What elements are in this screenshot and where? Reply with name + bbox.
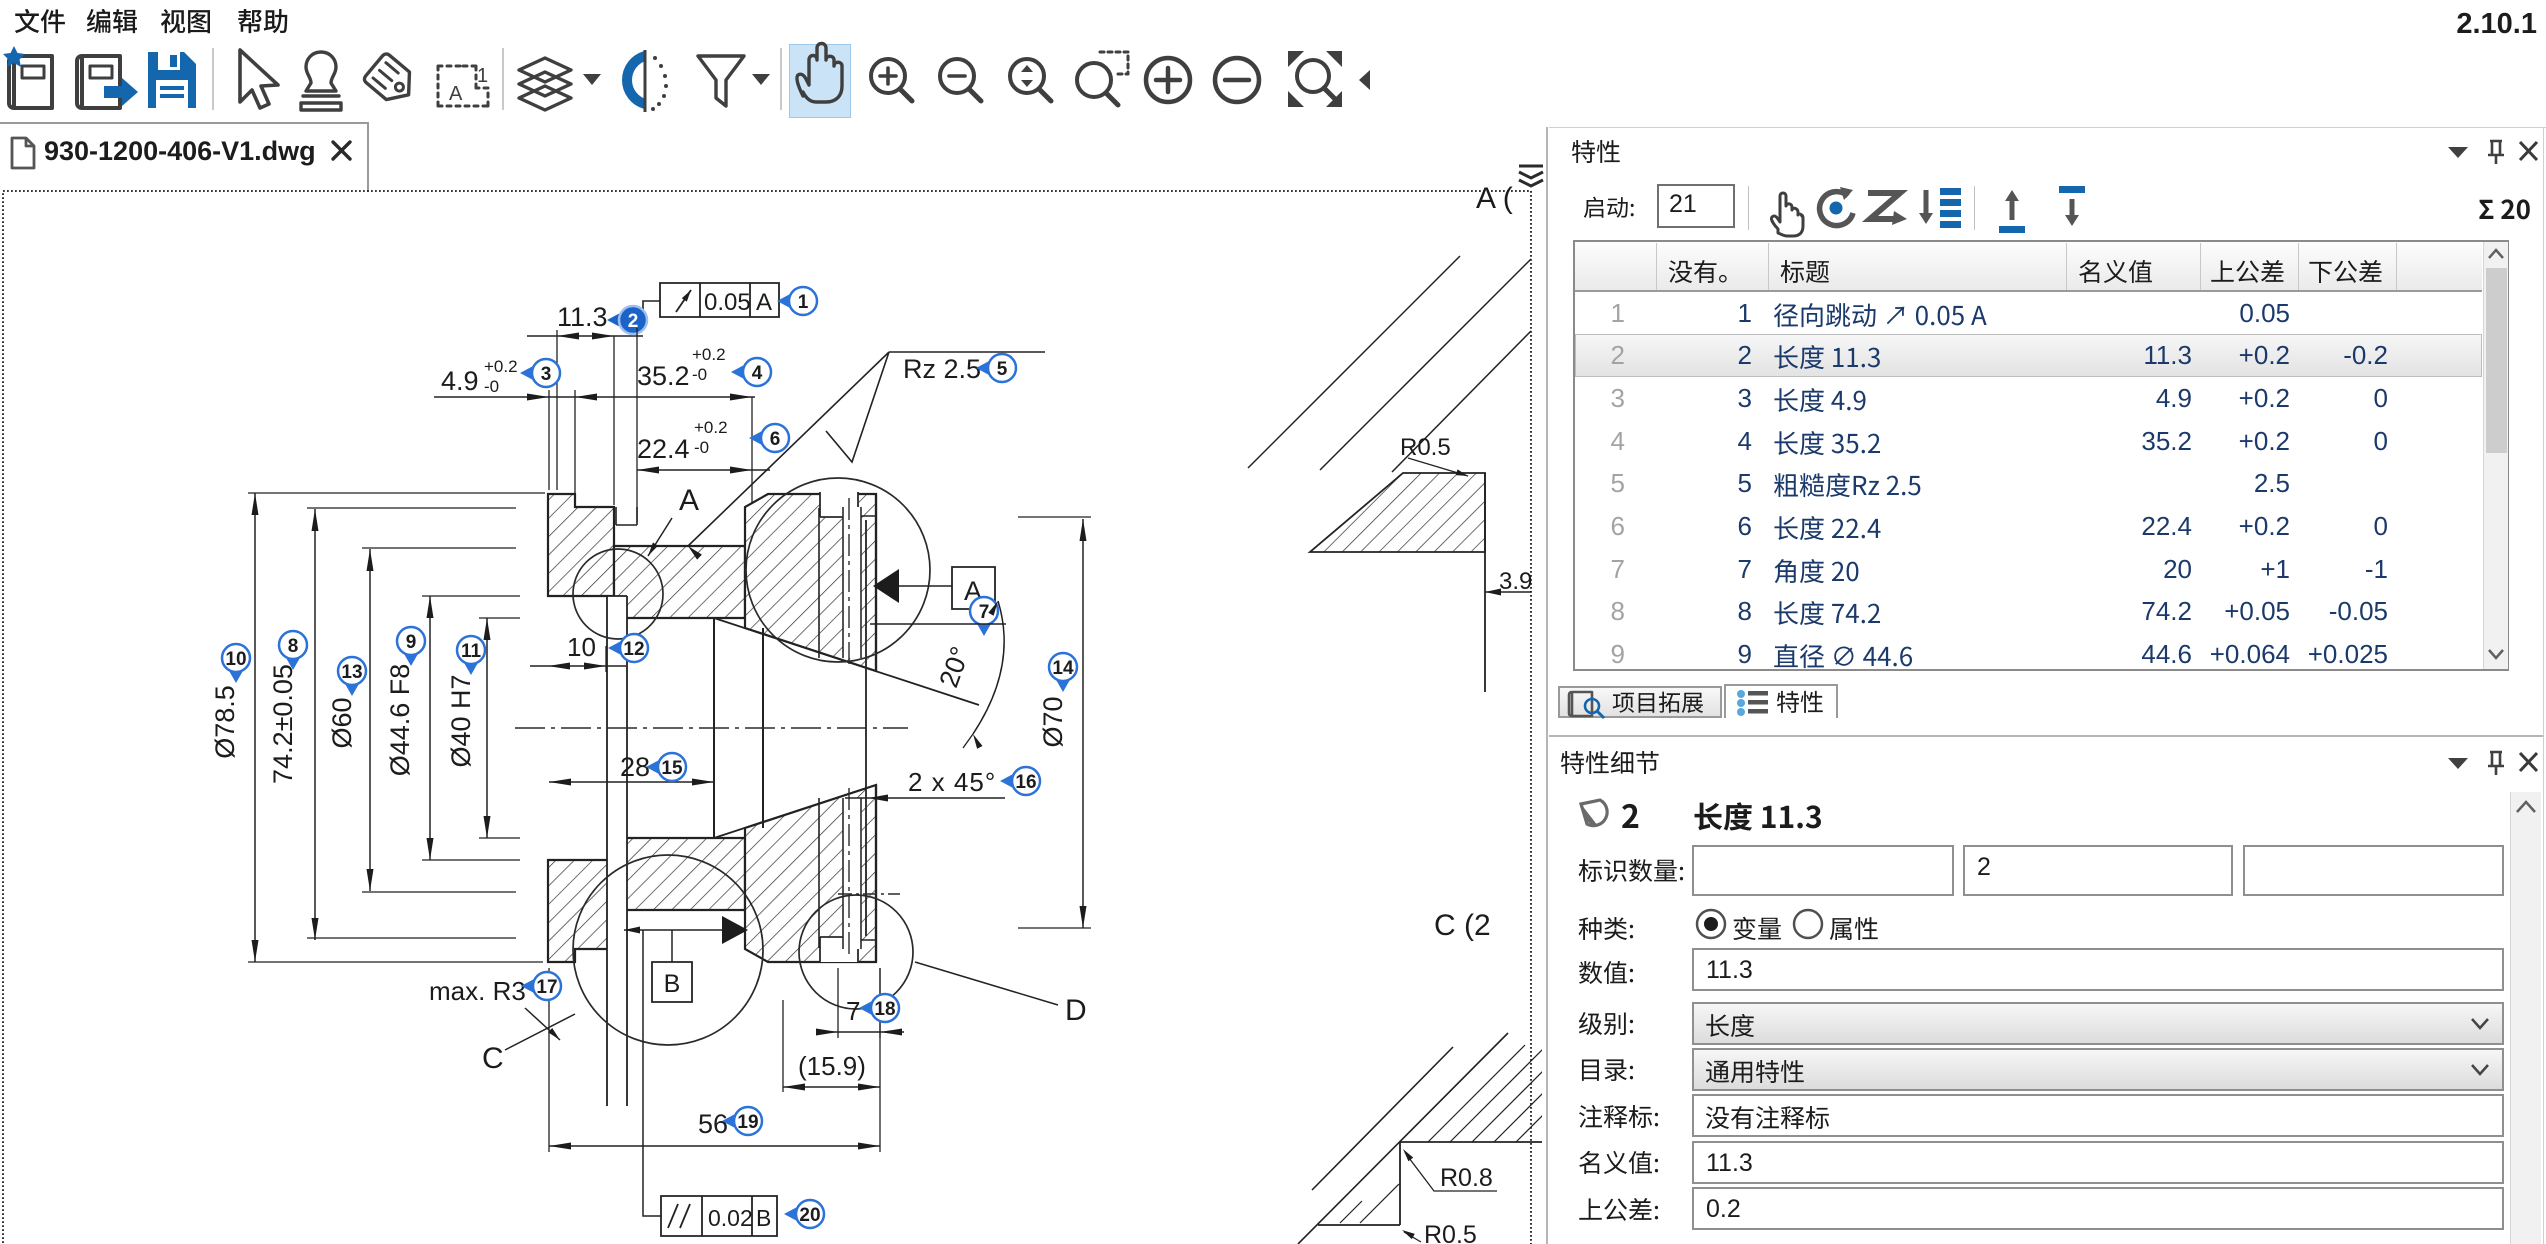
svg-text:A: A [756, 289, 772, 316]
svg-text:13: 13 [341, 662, 362, 683]
svg-text:4.9: 4.9 [441, 366, 479, 396]
svg-text:R0.8: R0.8 [1440, 1164, 1493, 1192]
svg-text:14: 14 [1052, 658, 1074, 679]
svg-text:(15.9): (15.9) [798, 1051, 866, 1081]
svg-text:B: B [756, 1205, 771, 1231]
svg-text:3: 3 [541, 364, 552, 385]
svg-text:-0: -0 [484, 377, 499, 396]
svg-text:1: 1 [477, 65, 488, 87]
svg-text:0.05: 0.05 [704, 289, 751, 316]
svg-text:1: 1 [798, 292, 809, 313]
svg-text:74.2±0.05: 74.2±0.05 [268, 664, 298, 784]
svg-text:7: 7 [846, 996, 860, 1026]
svg-text:17: 17 [536, 977, 557, 998]
svg-text:15: 15 [661, 758, 683, 779]
svg-text:11: 11 [461, 641, 482, 662]
svg-text:6: 6 [770, 429, 781, 450]
svg-text:7: 7 [979, 602, 990, 623]
svg-text:2 x 45°: 2 x 45° [908, 767, 996, 797]
svg-text:B: B [664, 970, 681, 998]
svg-text:R0.5: R0.5 [1400, 434, 1451, 461]
svg-text:Ø70: Ø70 [1038, 696, 1068, 747]
svg-text:Rz 2.5: Rz 2.5 [903, 354, 981, 384]
svg-text:22.4: 22.4 [637, 434, 690, 464]
svg-text:19: 19 [737, 1112, 758, 1133]
svg-text:+0.2: +0.2 [692, 345, 726, 364]
svg-text:Ø44.6 F8: Ø44.6 F8 [385, 664, 415, 777]
svg-text:56: 56 [698, 1109, 728, 1139]
svg-text:max. R3: max. R3 [429, 976, 526, 1006]
svg-text:Ø78.5: Ø78.5 [210, 685, 240, 759]
svg-text:A: A [964, 576, 982, 606]
svg-text:Ø60: Ø60 [327, 697, 357, 748]
svg-text:9: 9 [406, 632, 417, 653]
svg-text:-0: -0 [692, 365, 707, 384]
svg-text:10: 10 [225, 649, 246, 670]
svg-text:12: 12 [623, 639, 644, 660]
svg-text:+0.2: +0.2 [484, 357, 518, 376]
svg-text:10: 10 [567, 632, 596, 662]
svg-text:28: 28 [620, 752, 650, 782]
svg-text:8: 8 [288, 636, 299, 657]
svg-text:16: 16 [1015, 772, 1036, 793]
svg-text:Ø40 H7: Ø40 H7 [446, 674, 476, 767]
svg-text:20: 20 [799, 1205, 820, 1226]
svg-text:35.2: 35.2 [637, 361, 690, 391]
svg-text:-0: -0 [694, 438, 709, 457]
svg-text:20°: 20° [933, 643, 975, 692]
svg-text:A: A [449, 83, 463, 105]
svg-text:C (2: C (2 [1434, 909, 1491, 942]
svg-text:3.9: 3.9 [1499, 568, 1532, 595]
svg-text:A: A [679, 484, 699, 517]
svg-text:2: 2 [628, 311, 639, 332]
svg-text:0.02: 0.02 [708, 1205, 753, 1231]
svg-text:18: 18 [874, 999, 895, 1020]
svg-text:5: 5 [997, 359, 1008, 380]
svg-text:A (: A ( [1476, 182, 1513, 215]
svg-text:D: D [1065, 994, 1087, 1027]
svg-text:4: 4 [752, 363, 763, 384]
svg-text:11.3: 11.3 [557, 302, 608, 332]
svg-text:+0.2: +0.2 [694, 418, 728, 437]
svg-text:C: C [482, 1042, 504, 1075]
svg-text:R0.5: R0.5 [1424, 1221, 1477, 1244]
